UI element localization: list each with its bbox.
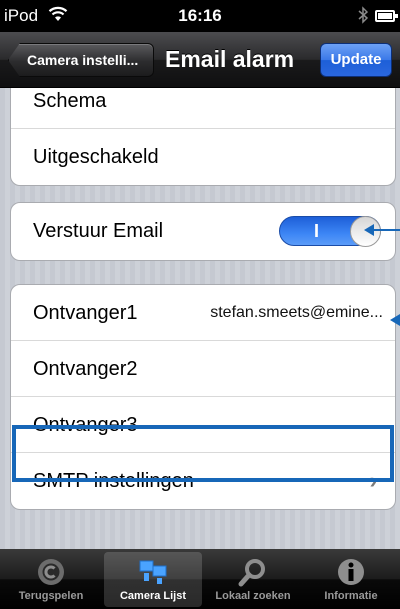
recipients-group: Ontvanger1 stefan.smeets@emine... Ontvan…: [10, 284, 396, 510]
chevron-right-icon: ›: [369, 468, 377, 493]
recipient-3-label: Ontvanger3: [33, 414, 138, 436]
recipient-2-label: Ontvanger2: [33, 358, 138, 380]
camera-list-icon: [139, 560, 167, 584]
battery-icon: [375, 10, 398, 22]
recipient-1-label: Ontvanger1: [33, 302, 138, 324]
clock: 16:16: [178, 6, 222, 25]
recipient-1-row[interactable]: Ontvanger1 stefan.smeets@emine...: [11, 285, 395, 341]
smtp-settings-label: SMTP instellingen: [33, 470, 194, 492]
send-email-row: Verstuur Email I: [11, 203, 395, 260]
tab-local-search[interactable]: Lokaal zoeken: [204, 552, 302, 607]
recipient-1-email: stefan.smeets@emine...: [210, 304, 383, 321]
schedule-label: Schema: [33, 90, 107, 112]
smtp-settings-row[interactable]: SMTP instellingen ›: [11, 453, 395, 509]
schedule-row[interactable]: Schema: [11, 88, 395, 129]
page-title: Email alarm: [165, 46, 295, 72]
tab-playback-label: Terugspelen: [18, 590, 84, 602]
schedule-status-row[interactable]: Uitgeschakeld: [11, 129, 395, 185]
update-button[interactable]: Update: [320, 43, 392, 77]
schedule-status-label: Uitgeschakeld: [33, 146, 159, 168]
recipient-3-row[interactable]: Ontvanger3: [11, 397, 395, 453]
settings-list[interactable]: Schema Uitgeschakeld Verstuur Email I On…: [0, 88, 400, 549]
tab-playback[interactable]: Terugspelen: [2, 552, 100, 607]
navigation-bar: Camera instelli... Email alarm Update: [0, 32, 400, 88]
playback-icon: [38, 559, 64, 585]
search-icon: [238, 559, 265, 587]
send-email-label: Verstuur Email: [33, 220, 164, 242]
tab-local-search-label: Lokaal zoeken: [215, 590, 291, 602]
bluetooth-icon: [358, 6, 368, 24]
tab-camera-list-label: Camera Lijst: [119, 590, 187, 602]
email-group: Verstuur Email I: [10, 202, 396, 261]
toggle-annotation-arrow: [364, 224, 400, 236]
info-icon: [338, 559, 364, 585]
schedule-group: Schema Uitgeschakeld: [10, 88, 396, 186]
recipient-2-row[interactable]: Ontvanger2: [11, 341, 395, 397]
toggle-on-label: I: [314, 221, 320, 241]
tab-info-label: Informatie: [324, 590, 378, 602]
tab-info[interactable]: Informatie: [302, 552, 400, 607]
status-bar: iPod 16:16: [0, 0, 400, 32]
back-button[interactable]: Camera instelli...: [8, 43, 154, 77]
tab-camera-list[interactable]: Camera Lijst: [104, 552, 202, 607]
tab-bar: Terugspelen Camera Lijst Lokaal zoeken I…: [0, 549, 400, 609]
